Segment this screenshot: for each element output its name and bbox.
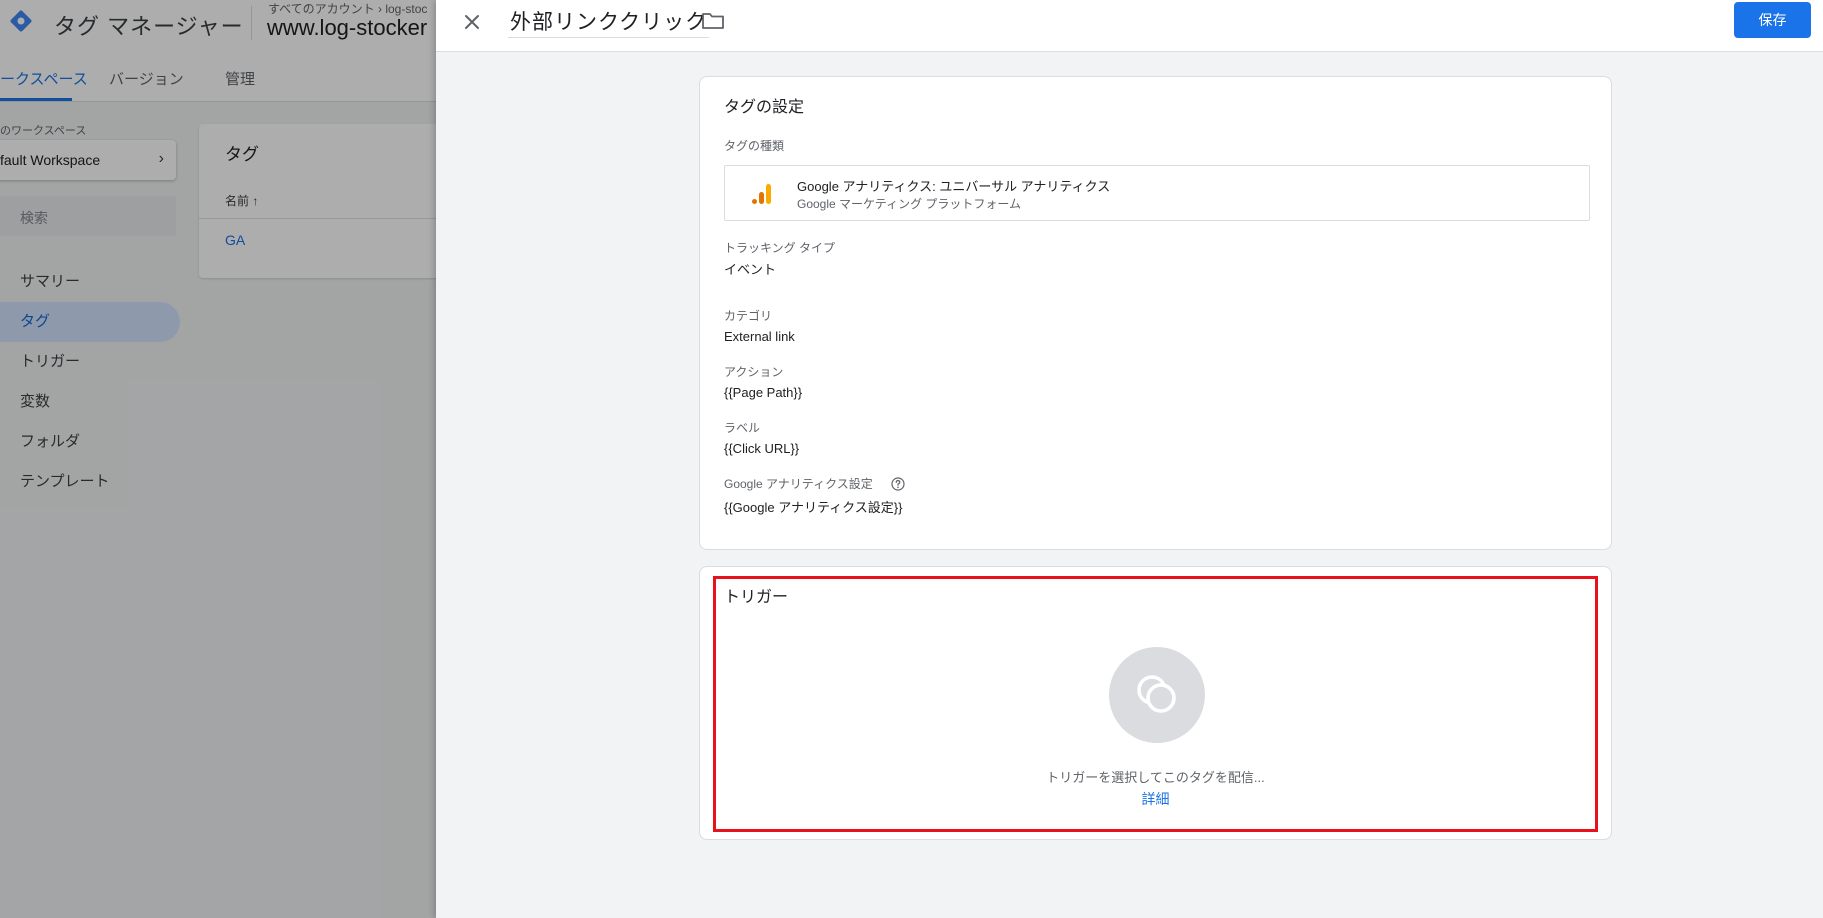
label-value: {{Click URL}} [724,441,800,456]
help-icon[interactable] [891,477,905,491]
category-label: カテゴリ [724,309,773,323]
tag-type-selector[interactable]: Google アナリティクス: ユニバーサル アナリティクス Google マー… [724,165,1590,221]
ga-settings-value: {{Google アナリティクス設定}} [724,500,903,515]
folder-icon[interactable] [700,9,726,33]
label-label: ラベル [724,421,761,435]
google-analytics-icon [752,184,771,204]
triggering-card[interactable]: トリガー トリガーを選択してこのタグを配信... 詳細 [699,566,1612,840]
tag-editor-panel: 外部リンククリック 保存 タグの設定 タグの種類 Google アナリティクス:… [436,0,1823,918]
learn-more-link[interactable]: 詳細 [700,789,1611,809]
tag-type-name: Google アナリティクス: ユニバーサル アナリティクス [797,179,1111,194]
tag-configuration-title: タグの設定 [724,99,805,116]
add-trigger-button[interactable] [1109,647,1205,743]
trigger-hint-text: トリガーを選択してこのタグを配信... [1046,770,1265,785]
action-value: {{Page Path}} [724,385,803,400]
category-value: External link [724,329,795,344]
save-button[interactable]: 保存 [1734,2,1811,38]
trigger-icon [1137,675,1176,713]
tracking-type-label: トラッキング タイプ [724,241,835,255]
tag-type-label: タグの種類 [724,139,785,153]
tracking-type-value: イベント [724,262,777,277]
tag-type-platform: Google マーケティング プラットフォーム [797,197,1022,211]
ga-settings-label: Google アナリティクス設定 [724,477,873,491]
close-icon[interactable] [458,8,486,36]
panel-header: 外部リンククリック 保存 [436,0,1823,52]
triggering-title: トリガー [724,589,789,606]
tag-name-input[interactable]: 外部リンククリック [508,6,710,38]
action-label: アクション [724,365,784,379]
tag-configuration-card[interactable]: タグの設定 タグの種類 Google アナリティクス: ユニバーサル アナリティ… [699,76,1612,550]
